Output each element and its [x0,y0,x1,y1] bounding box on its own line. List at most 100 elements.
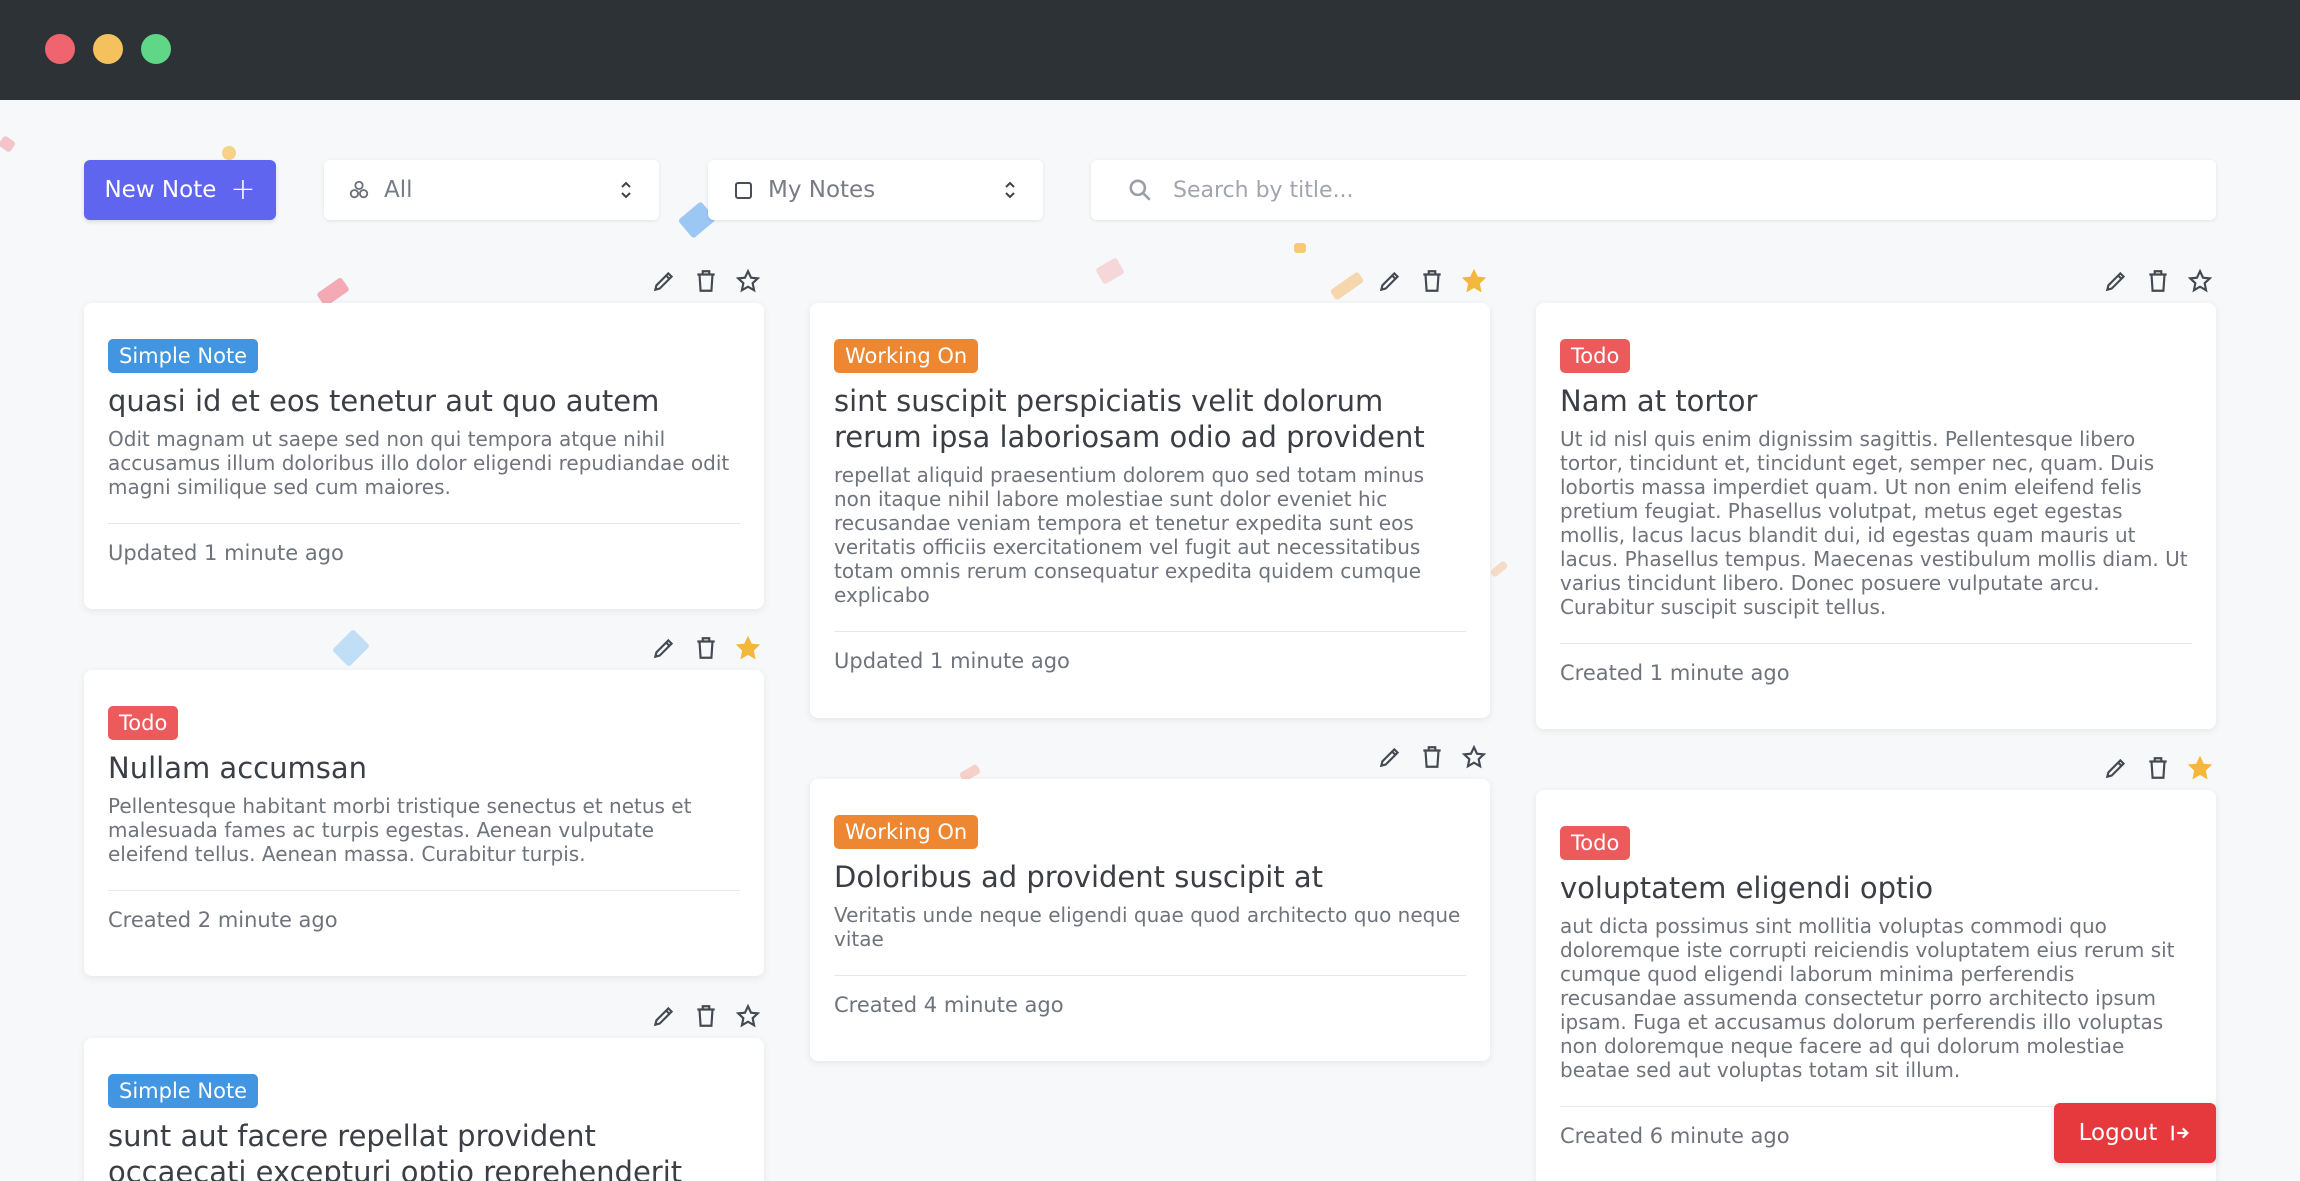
note-tag-badge: Simple Note [108,339,259,373]
divider [834,631,1466,632]
note-body: aut dicta possimus sint mollitia volupta… [1560,914,2175,1082]
note-title: voluptatem eligendi optio [1560,871,1934,905]
note-tag-badge: Todo [1560,826,1631,860]
edit-note-button[interactable] [650,634,678,662]
note-body: Pellentesque habitant morbi tristique se… [108,794,692,866]
star-note-button[interactable] [1460,743,1488,771]
pencil-icon [653,271,674,292]
logout-label: Logout [2078,1120,2158,1146]
delete-note-button[interactable] [692,1002,720,1030]
decorative-shape [331,628,371,668]
note-card[interactable]: Todo Nullam accumsan Pellentesque habita… [84,670,764,976]
pencil-icon [653,638,674,659]
note-body: Veritatis unde neque eligendi quae quod … [834,903,1461,951]
star-note-button[interactable] [1460,267,1488,295]
note-body: Odit magnam ut saepe sed non qui tempora… [108,427,730,499]
pencil-icon [2105,758,2126,779]
note-body: repellat aliquid praesentium dolorem quo… [834,463,1425,607]
trash-icon [2149,270,2167,292]
note-card[interactable]: Simple Note quasi id et eos tenetur aut … [84,303,764,609]
decorative-shape [1095,257,1125,285]
new-note-button[interactable]: New Note + [84,160,276,220]
trash-icon [1423,270,1441,292]
note-actions [650,267,762,295]
star-filled-icon [2187,755,2213,780]
new-note-label: New Note [104,177,217,203]
chevron-updown-icon [619,180,633,200]
delete-note-button[interactable] [1418,743,1446,771]
note-title: sint suscipit perspiciatis velit dolorum… [834,384,1425,454]
star-note-button[interactable] [2186,754,2214,782]
note-card[interactable]: Working On Doloribus ad provident suscip… [810,779,1490,1061]
note-actions [650,634,762,662]
pencil-icon [2105,271,2126,292]
close-window-button[interactable] [45,34,75,64]
note-title: Doloribus ad provident suscipit at [834,860,1324,894]
note-actions [1376,267,1488,295]
delete-note-button[interactable] [692,634,720,662]
window-titlebar [0,0,2300,100]
trash-icon [697,270,715,292]
star-filled-icon [735,635,761,660]
note-timestamp: Updated 1 minute ago [108,541,344,565]
star-filled-icon [1461,268,1487,293]
decorative-shape [1489,560,1509,578]
owner-filter-select[interactable]: My Notes [708,160,1043,220]
category-filter-value: All [384,177,413,203]
decorative-shape [1329,271,1365,301]
maximize-window-button[interactable] [141,34,171,64]
search-icon [1129,179,1151,201]
note-card[interactable]: Simple Note sunt aut facere repellat pro… [84,1038,764,1181]
note-title: quasi id et eos tenetur aut quo autem [108,384,660,418]
delete-note-button[interactable] [1418,267,1446,295]
trash-icon [697,1005,715,1027]
edit-note-button[interactable] [650,267,678,295]
note-actions [2102,754,2214,782]
delete-note-button[interactable] [2144,754,2172,782]
category-icon [348,179,370,201]
logout-button[interactable]: Logout [2054,1103,2216,1163]
trash-icon [2149,757,2167,779]
search-input[interactable] [1171,176,2075,204]
divider [834,975,1466,976]
divider [108,523,740,524]
search-bar [1091,160,2216,220]
note-timestamp: Created 4 minute ago [834,993,1064,1017]
note-tag-badge: Todo [108,706,179,740]
owner-filter-value: My Notes [768,177,876,203]
minimize-window-button[interactable] [93,34,123,64]
edit-note-button[interactable] [1376,743,1404,771]
decorative-shape [1294,243,1306,253]
note-actions [1376,743,1488,771]
note-timestamp: Created 2 minute ago [108,908,338,932]
star-note-button[interactable] [2186,267,2214,295]
delete-note-button[interactable] [692,267,720,295]
star-outline-icon [2187,268,2213,293]
note-card[interactable]: Todo Nam at tortor Ut id nisl quis enim … [1536,303,2216,729]
edit-note-button[interactable] [2102,267,2130,295]
divider [108,890,740,891]
star-outline-icon [735,268,761,293]
note-tag-badge: Working On [834,815,979,849]
edit-note-button[interactable] [650,1002,678,1030]
divider [1560,643,2192,644]
note-actions [650,1002,762,1030]
logout-icon [2171,1125,2190,1141]
chevron-updown-icon [1003,180,1017,200]
star-note-button[interactable] [734,1002,762,1030]
edit-note-button[interactable] [1376,267,1404,295]
delete-note-button[interactable] [2144,267,2172,295]
edit-note-button[interactable] [2102,754,2130,782]
star-note-button[interactable] [734,634,762,662]
category-filter-select[interactable]: All [324,160,659,220]
note-timestamp: Created 1 minute ago [1560,661,1790,685]
note-actions [2102,267,2214,295]
star-note-button[interactable] [734,267,762,295]
note-body: Ut id nisl quis enim dignissim sagittis.… [1560,427,2188,619]
pencil-icon [1379,747,1400,768]
pencil-icon [1379,271,1400,292]
note-tag-badge: Todo [1560,339,1631,373]
note-card[interactable]: Working On sint suscipit perspiciatis ve… [810,303,1490,718]
decorative-shape [222,146,236,160]
note-title: Nullam accumsan [108,751,367,785]
